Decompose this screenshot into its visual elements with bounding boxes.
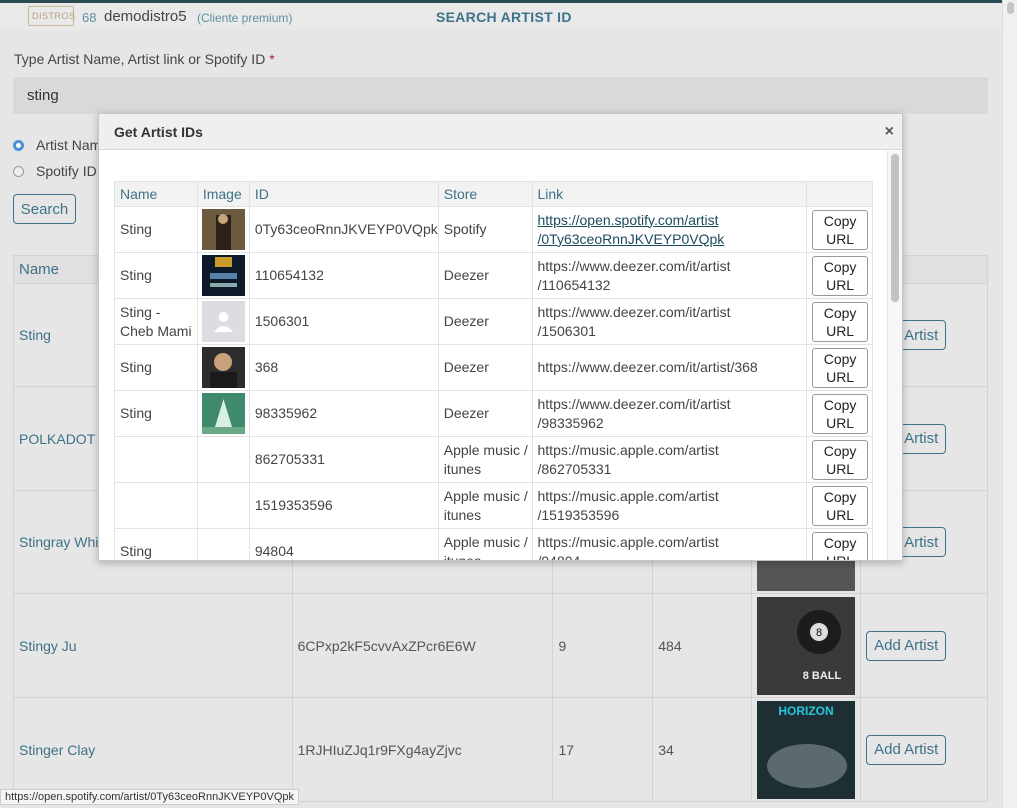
- table-row: Sting 98335962 Deezer https://www.deezer…: [114, 390, 873, 437]
- modal-title: Get Artist IDs: [114, 124, 203, 140]
- close-icon[interactable]: ×: [885, 123, 894, 141]
- placeholder-avatar-icon: [201, 301, 245, 342]
- radio-unselected-icon[interactable]: [13, 165, 24, 177]
- table-row: Sting - Cheb Mami 1506301 Deezer https:/…: [114, 298, 873, 345]
- table-row: 1519353596 Apple music / itunes https://…: [114, 482, 873, 529]
- artist-ids-table: Name Image ID Store Link Sting 0Ty63ceoR…: [114, 181, 873, 560]
- search-label: Type Artist Name, Artist link or Spotify…: [14, 51, 275, 67]
- radio-spotify-id[interactable]: Spotify ID: [13, 163, 97, 179]
- modal-body: Name Image ID Store Link Sting 0Ty63ceoR…: [99, 151, 889, 560]
- add-artist-button[interactable]: Add Artist: [866, 630, 947, 661]
- column-header-id: ID: [248, 181, 439, 207]
- logo[interactable]: DISTROS: [28, 6, 75, 26]
- copy-url-button[interactable]: Copy URL: [812, 531, 869, 560]
- svg-text:HORIZON: HORIZON: [778, 704, 833, 718]
- copy-url-button[interactable]: Copy URL: [812, 209, 869, 250]
- top-bar: DISTROS 68 demodistro5 (Cliente premium)…: [0, 0, 1002, 30]
- add-artist-button[interactable]: Add Artist: [866, 734, 947, 765]
- page-scrollbar[interactable]: [1002, 0, 1017, 808]
- column-header-store: Store: [437, 181, 533, 207]
- table-row: Sting 0Ty63ceoRnnJKVEYP0VQpk Spotify htt…: [114, 206, 873, 253]
- table-row: Stingy Ju 6CPxp2kF5cvvAxZPcr6E6W 9 484 8…: [13, 593, 988, 698]
- status-bar-url: https://open.spotify.com/artist/0Ty63ceo…: [0, 789, 299, 805]
- table-row: Sting 368 Deezer https://www.deezer.com/…: [114, 344, 873, 391]
- modal-scrollbar[interactable]: [887, 151, 902, 560]
- copy-url-button[interactable]: Copy URL: [812, 347, 869, 388]
- artist-cover-image: HORIZON: [757, 700, 856, 799]
- copy-url-button[interactable]: Copy URL: [812, 393, 869, 434]
- artist-thumbnail: [201, 209, 245, 250]
- required-mark: *: [269, 51, 275, 67]
- table-row: 862705331 Apple music / itunes https://m…: [114, 436, 873, 483]
- modal-header: Get Artist IDs ×: [99, 114, 902, 150]
- username[interactable]: demodistro5: [104, 8, 187, 25]
- copy-url-button[interactable]: Copy URL: [812, 255, 869, 296]
- copy-url-button[interactable]: Copy URL: [812, 301, 869, 342]
- table-row: Stinger Clay 1RJHIuZJq1r9FXg4ayZjvc 17 3…: [13, 697, 988, 802]
- copy-url-button[interactable]: Copy URL: [812, 439, 869, 480]
- artist-ids-modal: Get Artist IDs × Name Image ID Store Lin…: [98, 113, 903, 561]
- search-button[interactable]: Search: [13, 194, 76, 224]
- table-row: Sting 110654132 Deezer https://www.deeze…: [114, 252, 873, 299]
- column-header-name: Name: [114, 181, 198, 207]
- user-count-badge: 68: [82, 10, 97, 25]
- spotify-link[interactable]: https://open.spotify.com/artist/0Ty63ceo…: [538, 212, 725, 247]
- artist-name-link[interactable]: Stinger Clay: [13, 697, 293, 802]
- artist-thumbnail: [201, 393, 245, 434]
- page-title: SEARCH ARTIST ID: [436, 9, 572, 25]
- artist-name-link[interactable]: Stingy Ju: [13, 593, 293, 698]
- table-row: Sting 94804 Apple music / itunes https:/…: [114, 528, 873, 560]
- artist-cover-image: 8 8 BALL: [757, 596, 856, 695]
- svg-text:8: 8: [816, 627, 822, 639]
- svg-text:8 BALL: 8 BALL: [803, 670, 842, 682]
- column-header-image: Image: [196, 181, 250, 207]
- artist-thumbnail: [201, 347, 245, 388]
- artist-thumbnail: [201, 255, 245, 296]
- column-header-link: Link: [531, 181, 808, 207]
- artist-search-input[interactable]: [13, 77, 988, 114]
- radio-selected-icon[interactable]: [13, 139, 24, 151]
- radio-artist-name[interactable]: Artist Name: [13, 137, 109, 153]
- copy-url-button[interactable]: Copy URL: [812, 485, 869, 526]
- user-level: (Cliente premium): [197, 11, 293, 25]
